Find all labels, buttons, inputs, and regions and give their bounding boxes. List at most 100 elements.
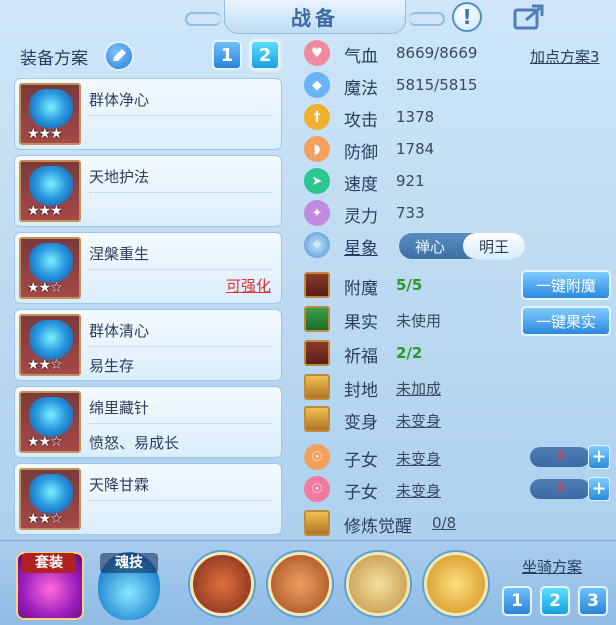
mount-slot-4[interactable]	[424, 552, 488, 616]
plus-button[interactable]: +	[588, 477, 610, 501]
spirit-icon: ✦	[304, 200, 330, 226]
equipment-plan-label: 装备方案	[20, 49, 88, 69]
equipment-name: 天降甘霖	[89, 476, 150, 494]
enhance-label: 修炼觉醒	[344, 517, 412, 537]
child-icon: ☉	[304, 444, 330, 470]
enhance-row-fief: 封地 未加成	[300, 374, 610, 402]
fruit-icon	[304, 306, 330, 332]
enhance-row-cultivation: 修炼觉醒 0/8	[300, 510, 610, 538]
xingxiang-toggle[interactable]: 禅心 明王	[398, 232, 526, 260]
enhance-label: 子女	[344, 451, 378, 471]
stat-value: 5815/5815	[396, 76, 478, 94]
enhance-value: 2/2	[396, 344, 423, 362]
mount-slot-2[interactable]	[268, 552, 332, 616]
equipment-thumbnail: ★★★	[19, 83, 81, 145]
mount-slot-1[interactable]	[190, 552, 254, 616]
enhance-value[interactable]: 未加成	[396, 378, 441, 399]
title-bar: 战备	[185, 0, 445, 34]
equipment-thumbnail: ★★★	[19, 160, 81, 222]
star-rating: ★★☆	[27, 434, 63, 450]
stepper-value: 0	[530, 447, 590, 467]
equipment-page-2-button[interactable]: 2	[250, 40, 280, 70]
stat-label: 魔法	[344, 79, 378, 99]
enhance-value: 未使用	[396, 312, 442, 330]
equipment-card[interactable]: ★★★ 群体净心	[14, 78, 282, 150]
equipment-card[interactable]: ★★☆ 群体清心 易生存	[14, 309, 282, 381]
enchant-icon	[304, 272, 330, 298]
shield-icon: ◗	[304, 136, 330, 162]
enhance-label: 果实	[344, 313, 378, 333]
edit-icon[interactable]	[104, 41, 134, 71]
soul-skill-label: 魂技	[100, 553, 158, 573]
one-click-fruit-button[interactable]: 一键果实	[521, 306, 611, 336]
mount-page-1-button[interactable]: 1	[502, 586, 532, 616]
equipment-name: 群体净心	[89, 91, 150, 109]
one-click-enchant-button[interactable]: 一键附魔	[521, 270, 611, 300]
equipment-thumbnail: ★★☆	[19, 391, 81, 453]
stat-row-defense: ◗ 防御 1784	[300, 136, 610, 164]
stat-row-mp: ◆ 魔法 5815/5815	[300, 72, 610, 100]
transform-icon	[304, 406, 330, 432]
child-1-stepper[interactable]: 0 +	[530, 445, 610, 469]
stat-row-speed: ➤ 速度 921	[300, 168, 610, 196]
stat-row-spirit: ✦ 灵力 733	[300, 200, 610, 228]
enhance-value[interactable]: 未变身	[396, 448, 441, 469]
enhance-value[interactable]: 未变身	[396, 410, 441, 431]
enhance-label: 子女	[344, 483, 378, 503]
equipment-thumbnail: ★★☆	[19, 237, 81, 299]
stat-value: 733	[396, 204, 425, 222]
stat-row-attack: † 攻击 1378	[300, 104, 610, 132]
equipment-card[interactable]: ★★★ 天地护法	[14, 155, 282, 227]
equipment-tags: 易生存	[89, 357, 135, 375]
stat-value: 1784	[396, 140, 435, 158]
toggle-option-mingwang[interactable]: 明王	[463, 233, 525, 259]
equipment-name: 涅槃重生	[89, 245, 150, 263]
xingxiang-label[interactable]: 星象	[344, 234, 378, 259]
stat-label: 防御	[344, 143, 378, 163]
equipment-thumbnail: ★★☆	[19, 314, 81, 376]
enhance-row-blessing: 祈福 2/2	[300, 340, 610, 368]
suit-label: 套装	[22, 553, 76, 573]
child-2-stepper[interactable]: 0 +	[530, 477, 610, 501]
equipment-tags: 愤怒、易成长	[89, 434, 180, 452]
mount-plan-link[interactable]: 坐骑方案	[522, 556, 582, 577]
equipment-card[interactable]: ★★☆ 绵里藏针 愤怒、易成长	[14, 386, 282, 458]
star-rating: ★★★	[27, 126, 63, 142]
stat-value: 1378	[396, 108, 435, 126]
stat-row-hp: ♥ 气血 8669/8669	[300, 40, 610, 68]
stepper-value: 0	[530, 479, 590, 499]
equipment-name: 天地护法	[89, 168, 150, 186]
stat-value: 8669/8669	[396, 44, 478, 62]
enhance-label: 祈福	[344, 347, 378, 367]
plus-button[interactable]: +	[588, 445, 610, 469]
sword-icon: †	[304, 104, 330, 130]
enhance-value[interactable]: 未变身	[396, 480, 441, 501]
cultivation-icon	[304, 510, 330, 536]
stat-label: 速度	[344, 175, 378, 195]
toggle-option-chanxin[interactable]: 禅心	[399, 233, 461, 259]
upgradeable-link[interactable]: 可强化	[226, 275, 271, 296]
mount-slot-3[interactable]	[346, 552, 410, 616]
fief-icon	[304, 374, 330, 400]
equipment-card[interactable]: ★★☆ 涅槃重生 可强化	[14, 232, 282, 304]
equipment-page-1-button[interactable]: 1	[212, 40, 242, 70]
star-rating: ★★☆	[27, 357, 63, 373]
mount-page-2-button[interactable]: 2	[540, 586, 570, 616]
enhance-value: 5/5	[396, 276, 423, 294]
stat-value: 921	[396, 172, 425, 190]
share-icon[interactable]	[512, 2, 546, 32]
enhance-row-transform: 变身 未变身	[300, 406, 610, 434]
blessing-icon	[304, 340, 330, 366]
info-icon[interactable]: !	[452, 2, 482, 32]
battle-prep-panel: 战备 ! 装备方案 1 2 ★★★ 群体净心 ★★★ 天地护法 ★★☆ 涅槃重生…	[0, 0, 616, 625]
star-rating: ★★☆	[27, 511, 63, 527]
mount-page-3-button[interactable]: 3	[578, 586, 608, 616]
equipment-card[interactable]: ★★☆ 天降甘霖	[14, 463, 282, 535]
speed-icon: ➤	[304, 168, 330, 194]
magic-icon: ◆	[304, 72, 330, 98]
page-title: 战备	[291, 6, 339, 30]
equipment-name: 绵里藏针	[89, 399, 150, 417]
enhance-label: 封地	[344, 381, 378, 401]
child-icon: ☉	[304, 476, 330, 502]
enhance-value[interactable]: 0/8	[432, 514, 456, 532]
